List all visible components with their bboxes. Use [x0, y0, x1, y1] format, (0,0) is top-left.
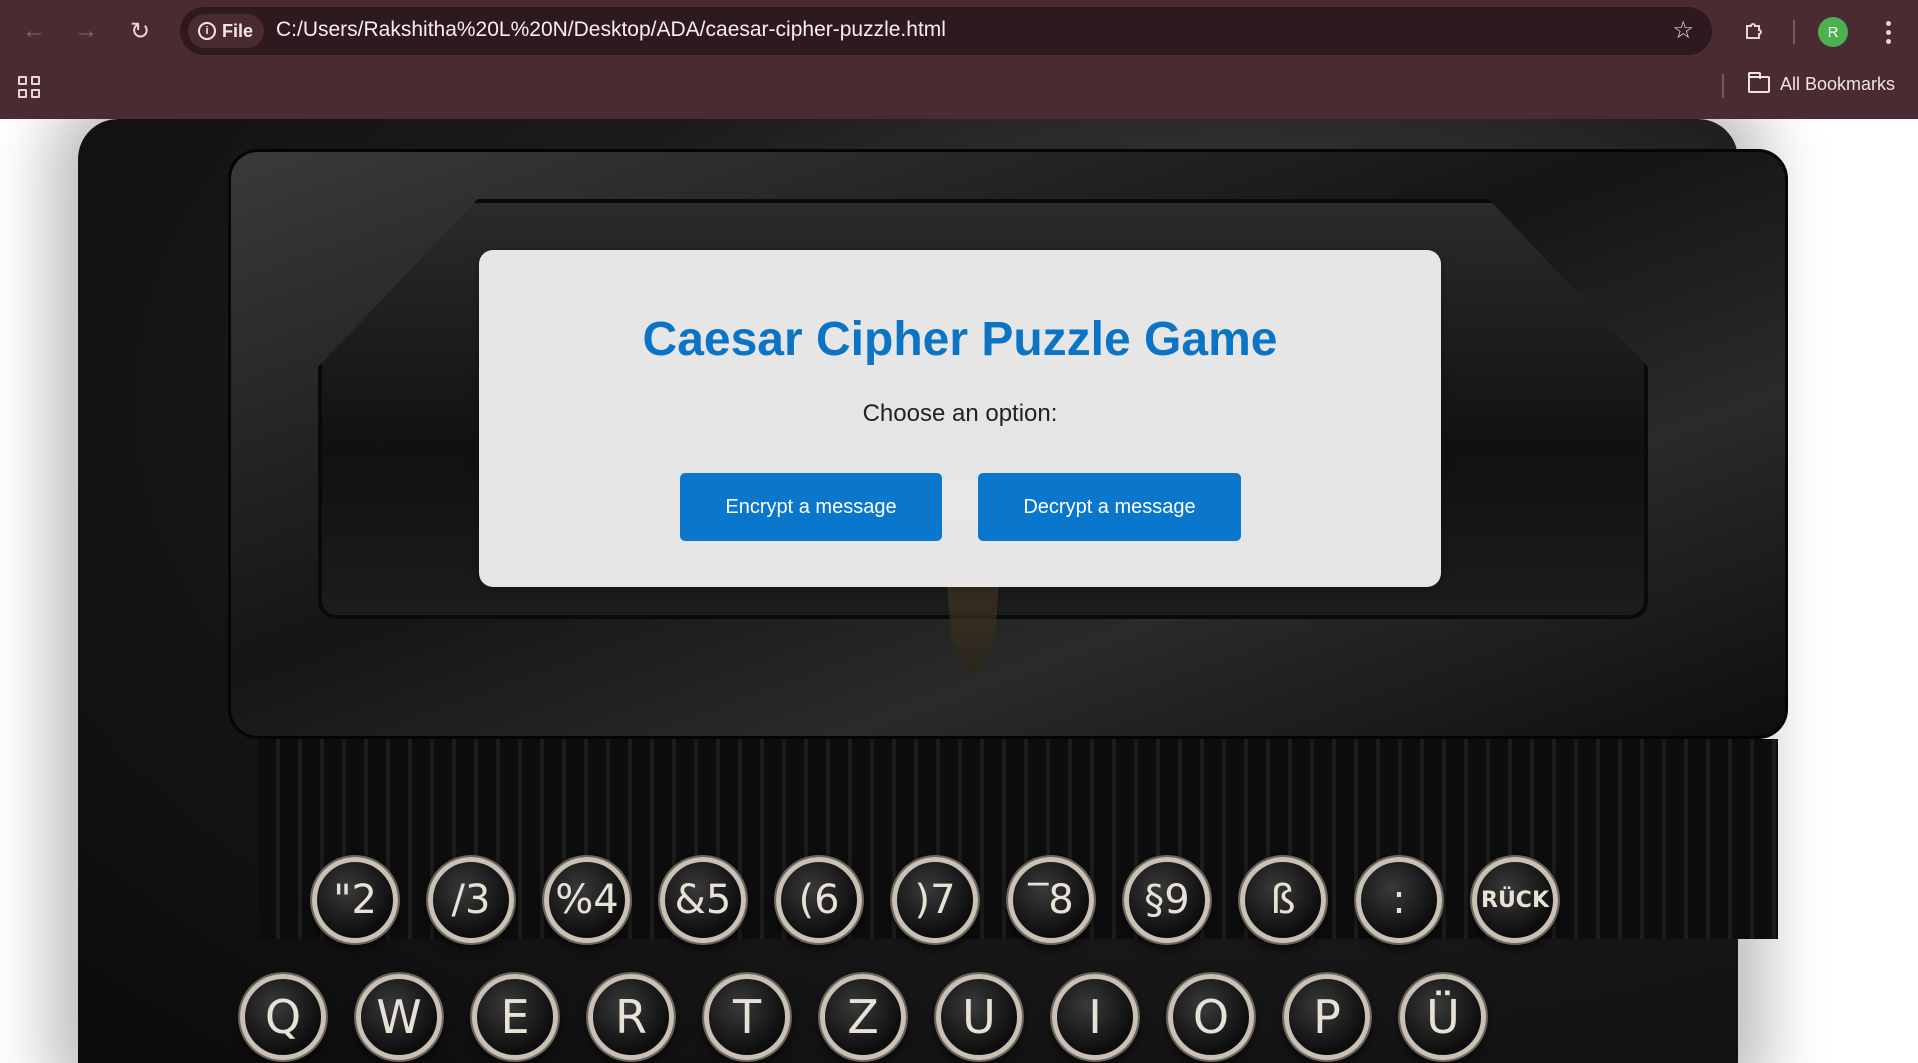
- typewriter-key: ‾8: [1008, 857, 1094, 943]
- typewriter-key-row-letters: Q W E R T Z U I O P Ü: [240, 974, 1486, 1060]
- url-text[interactable]: C:/Users/Rakshitha%20L%20N/Desktop/ADA/c…: [276, 18, 946, 42]
- typewriter-key: %4: [544, 857, 630, 943]
- info-icon: i: [198, 22, 216, 40]
- folder-icon: [1748, 72, 1770, 93]
- site-chip-label: File: [222, 20, 254, 41]
- address-bar[interactable]: i File C:/Users/Rakshitha%20L%20N/Deskto…: [180, 7, 1712, 55]
- decrypt-button[interactable]: Decrypt a message: [978, 473, 1241, 541]
- typewriter-key: I: [1052, 974, 1138, 1060]
- page-viewport: "2 /3 %4 &5 (6 )7 ‾8 §9 ß : RÜCK Q W E R…: [0, 119, 1918, 1063]
- typewriter-key: §9: [1124, 857, 1210, 943]
- typewriter-key: O: [1168, 974, 1254, 1060]
- bookmarks-divider: [1722, 74, 1724, 98]
- apps-grid-icon[interactable]: [18, 76, 42, 100]
- puzzle-piece-icon[interactable]: [1736, 13, 1772, 49]
- typewriter-key: ß: [1240, 857, 1326, 943]
- typewriter-key: (6: [776, 857, 862, 943]
- typewriter-key: R: [588, 974, 674, 1060]
- all-bookmarks-label: All Bookmarks: [1780, 74, 1896, 94]
- encrypt-button[interactable]: Encrypt a message: [680, 473, 942, 541]
- bookmarks-bar: [0, 63, 1918, 119]
- page-title: Caesar Cipher Puzzle Game: [642, 313, 1278, 366]
- back-arrow-icon[interactable]: ←: [16, 13, 52, 49]
- three-dot-menu-icon[interactable]: [1876, 14, 1900, 50]
- option-prompt: Choose an option:: [862, 400, 1058, 427]
- typewriter-key: P: [1284, 974, 1370, 1060]
- site-info-chip[interactable]: i File: [188, 14, 264, 48]
- typewriter-key: :: [1356, 857, 1442, 943]
- typewriter-key: Z: [820, 974, 906, 1060]
- all-bookmarks-button[interactable]: All Bookmarks: [1748, 72, 1896, 95]
- typewriter-key-row-numbers: "2 /3 %4 &5 (6 )7 ‾8 §9 ß : RÜCK: [312, 857, 1558, 943]
- browser-toolbar: ← → ↻ i File C:/Users/Rakshitha%20L%20N/…: [0, 0, 1918, 63]
- typewriter-key: )7: [892, 857, 978, 943]
- forward-arrow-icon[interactable]: →: [68, 13, 104, 49]
- reload-icon[interactable]: ↻: [122, 13, 158, 49]
- profile-avatar[interactable]: R: [1818, 17, 1848, 47]
- game-card: Caesar Cipher Puzzle Game Choose an opti…: [479, 250, 1441, 587]
- typewriter-key: Q: [240, 974, 326, 1060]
- typewriter-key: &5: [660, 857, 746, 943]
- typewriter-key: T: [704, 974, 790, 1060]
- typewriter-key: /3: [428, 857, 514, 943]
- typewriter-key: Ü: [1400, 974, 1486, 1060]
- typewriter-key: E: [472, 974, 558, 1060]
- typewriter-key: U: [936, 974, 1022, 1060]
- typewriter-key: "2: [312, 857, 398, 943]
- typewriter-key: RÜCK: [1472, 857, 1558, 943]
- star-icon[interactable]: ☆: [1672, 16, 1694, 45]
- toolbar-divider: [1793, 20, 1795, 44]
- typewriter-key: W: [356, 974, 442, 1060]
